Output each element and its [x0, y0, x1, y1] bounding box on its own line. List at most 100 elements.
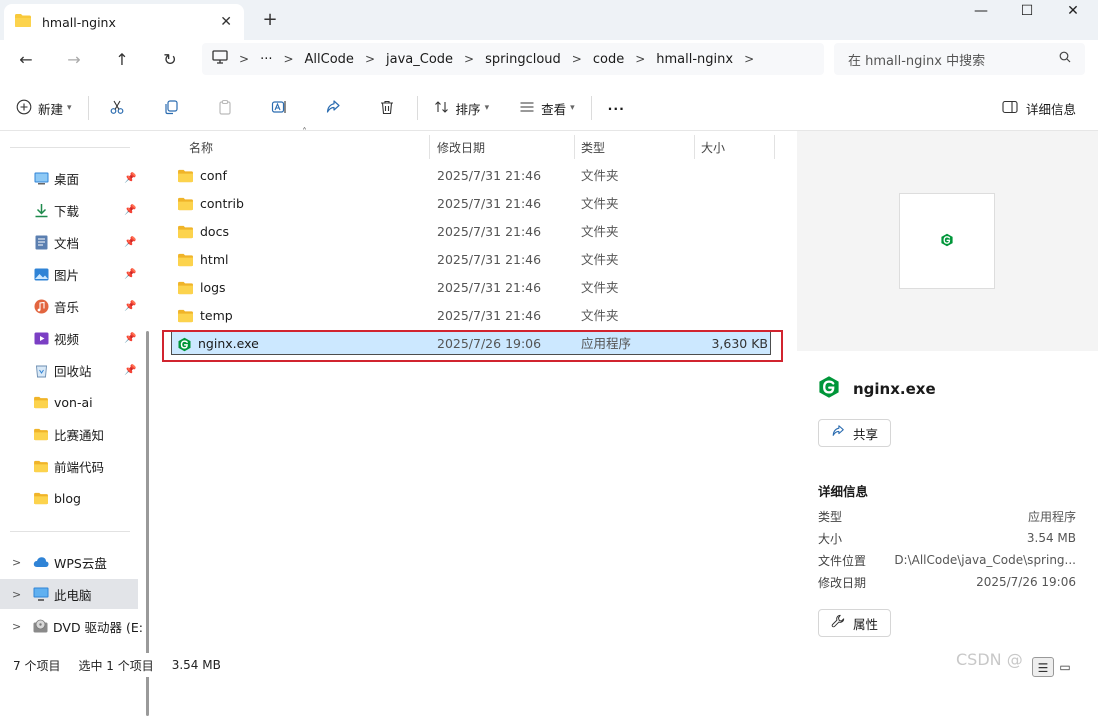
more-options-button[interactable]: ··· — [600, 92, 633, 124]
column-divider[interactable] — [574, 135, 575, 159]
column-header-type[interactable]: 类型 — [581, 135, 605, 159]
details-pane: nginx.exe 共享 详细信息 类型 应用程序 大小 3.54 MB 文件位置 D:\… — [797, 131, 1098, 653]
breadcrumb-item-current[interactable]: hmall-nginx — [656, 52, 733, 67]
chevron-right-icon[interactable]: > — [464, 52, 474, 66]
detail-key: 大小 — [818, 531, 843, 546]
column-header-size[interactable]: 大小 — [701, 135, 725, 159]
chevron-right-icon[interactable]: > — [744, 52, 754, 66]
new-button[interactable]: 新建 ▾ — [8, 92, 80, 124]
table-row[interactable]: temp 2025/7/31 21:46 文件夹 — [162, 302, 782, 330]
maximize-button[interactable]: ☐ — [1004, 0, 1050, 24]
refresh-button[interactable]: ↻ — [154, 46, 186, 74]
computer-icon[interactable] — [212, 50, 228, 68]
column-header-name[interactable]: 名称 — [189, 135, 213, 159]
column-divider[interactable] — [429, 135, 430, 159]
delete-button[interactable] — [371, 92, 403, 124]
detail-row: 修改日期 2025/7/26 19:06 — [818, 571, 1076, 593]
forward-button[interactable]: → — [58, 46, 90, 74]
table-row[interactable]: html 2025/7/31 21:46 文件夹 — [162, 246, 782, 274]
sidebar-item-2[interactable]: 下载 📌 — [0, 195, 140, 225]
minimize-button[interactable]: — — [958, 0, 1004, 24]
properties-button[interactable]: 属性 — [818, 609, 892, 637]
back-button[interactable]: ← — [10, 46, 42, 74]
sidebar-drive-2[interactable]: > 此电脑 — [0, 579, 138, 609]
sidebar-item-1[interactable]: 桌面 📌 — [0, 163, 140, 193]
details-pane-icon — [1002, 100, 1018, 117]
document-icon — [33, 234, 49, 250]
breadcrumb-item[interactable]: AllCode — [305, 52, 354, 67]
chevron-right-icon[interactable]: > — [239, 52, 249, 66]
breadcrumb-item[interactable]: code — [593, 52, 624, 67]
rename-button[interactable] — [263, 92, 295, 124]
sidebar-drive-3[interactable]: > DVD 驱动器 (E: — [0, 611, 143, 641]
pin-icon[interactable]: 📌 — [124, 301, 136, 312]
sidebar-drive-1[interactable]: > WPS云盘 — [0, 547, 138, 577]
chevron-right-icon[interactable]: > — [572, 52, 582, 66]
column-divider[interactable] — [774, 135, 775, 159]
pin-icon[interactable]: 📌 — [124, 365, 136, 376]
view-button[interactable]: 查看 ▾ — [511, 92, 583, 124]
chevron-right-icon[interactable]: > — [365, 52, 375, 66]
sidebar-item-8[interactable]: von-ai — [0, 387, 140, 417]
table-row[interactable]: docs 2025/7/31 21:46 文件夹 — [162, 218, 782, 246]
recycle-bin-icon — [33, 362, 49, 378]
divider — [10, 147, 130, 148]
chevron-right-icon[interactable]: > — [283, 52, 293, 66]
cloud-icon — [33, 554, 49, 570]
sidebar-item-7[interactable]: 回收站 📌 — [0, 355, 140, 385]
sidebar-item-4[interactable]: 图片 📌 — [0, 259, 140, 289]
sort-button[interactable]: 排序 ▾ — [426, 92, 498, 124]
chevron-right-icon[interactable]: > — [12, 620, 21, 633]
chevron-right-icon[interactable]: > — [12, 556, 21, 569]
table-row[interactable]: contrib 2025/7/31 21:46 文件夹 — [162, 190, 782, 218]
breadcrumb[interactable]: > ··· > AllCode > java_Code > springclou… — [202, 43, 824, 75]
divider — [416, 96, 418, 120]
column-divider[interactable] — [694, 135, 695, 159]
close-tab-icon[interactable]: ✕ — [220, 14, 232, 30]
chevron-right-icon[interactable]: > — [12, 588, 21, 601]
table-row[interactable]: logs 2025/7/31 21:46 文件夹 — [162, 274, 782, 302]
pin-icon[interactable]: 📌 — [124, 269, 136, 280]
file-size — [682, 274, 768, 302]
copy-button[interactable] — [155, 92, 187, 124]
chevron-right-icon[interactable]: > — [635, 52, 645, 66]
sidebar-item-9[interactable]: 比赛通知 — [0, 419, 140, 449]
item-count: 7 个项目 — [13, 658, 61, 673]
share-button[interactable]: 共享 — [818, 419, 892, 447]
share-button[interactable] — [317, 92, 349, 124]
details-pane-button[interactable]: 详细信息 — [994, 92, 1084, 124]
detail-row: 大小 3.54 MB — [818, 527, 1076, 549]
pin-icon[interactable]: 📌 — [124, 237, 136, 248]
sidebar-item-11[interactable]: blog — [0, 483, 140, 513]
pin-icon[interactable]: 📌 — [124, 333, 136, 344]
pin-icon[interactable]: 📌 — [124, 205, 136, 216]
folder-icon — [177, 225, 194, 239]
details-view-icon[interactable]: ☰ — [1032, 657, 1054, 677]
tab-hmall-nginx[interactable]: hmall-nginx ✕ — [4, 4, 244, 40]
title-bar: hmall-nginx ✕ + — ☐ ✕ — [0, 0, 1098, 40]
sidebar-item-6[interactable]: 视频 📌 — [0, 323, 140, 353]
search-box[interactable]: 在 hmall-nginx 中搜索 — [834, 43, 1085, 75]
up-button[interactable]: ↑ — [106, 46, 138, 74]
sidebar-item-label: blog — [54, 490, 81, 506]
sidebar-item-3[interactable]: 文档 📌 — [0, 227, 140, 257]
share-label: 共享 — [853, 426, 879, 442]
breadcrumb-more[interactable]: ··· — [260, 52, 272, 67]
paste-button[interactable] — [209, 92, 241, 124]
new-tab-button[interactable]: + — [258, 8, 282, 32]
pin-icon[interactable]: 📌 — [124, 173, 136, 184]
breadcrumb-item[interactable]: springcloud — [485, 52, 561, 67]
tiles-view-icon[interactable]: ▭ — [1054, 657, 1076, 677]
sidebar-item-10[interactable]: 前端代码 — [0, 451, 140, 481]
table-row[interactable]: conf 2025/7/31 21:46 文件夹 — [162, 162, 782, 190]
sidebar-item-5[interactable]: 音乐 📌 — [0, 291, 140, 321]
breadcrumb-item[interactable]: java_Code — [386, 52, 453, 67]
close-window-button[interactable]: ✕ — [1050, 0, 1096, 24]
column-header-date[interactable]: 修改日期 — [437, 135, 485, 159]
folder-icon — [177, 281, 194, 295]
search-input[interactable]: 在 hmall-nginx 中搜索 — [848, 50, 985, 69]
cut-button[interactable] — [101, 92, 133, 124]
file-name: contrib — [200, 196, 244, 211]
share-icon — [325, 99, 341, 118]
file-size — [682, 302, 768, 330]
